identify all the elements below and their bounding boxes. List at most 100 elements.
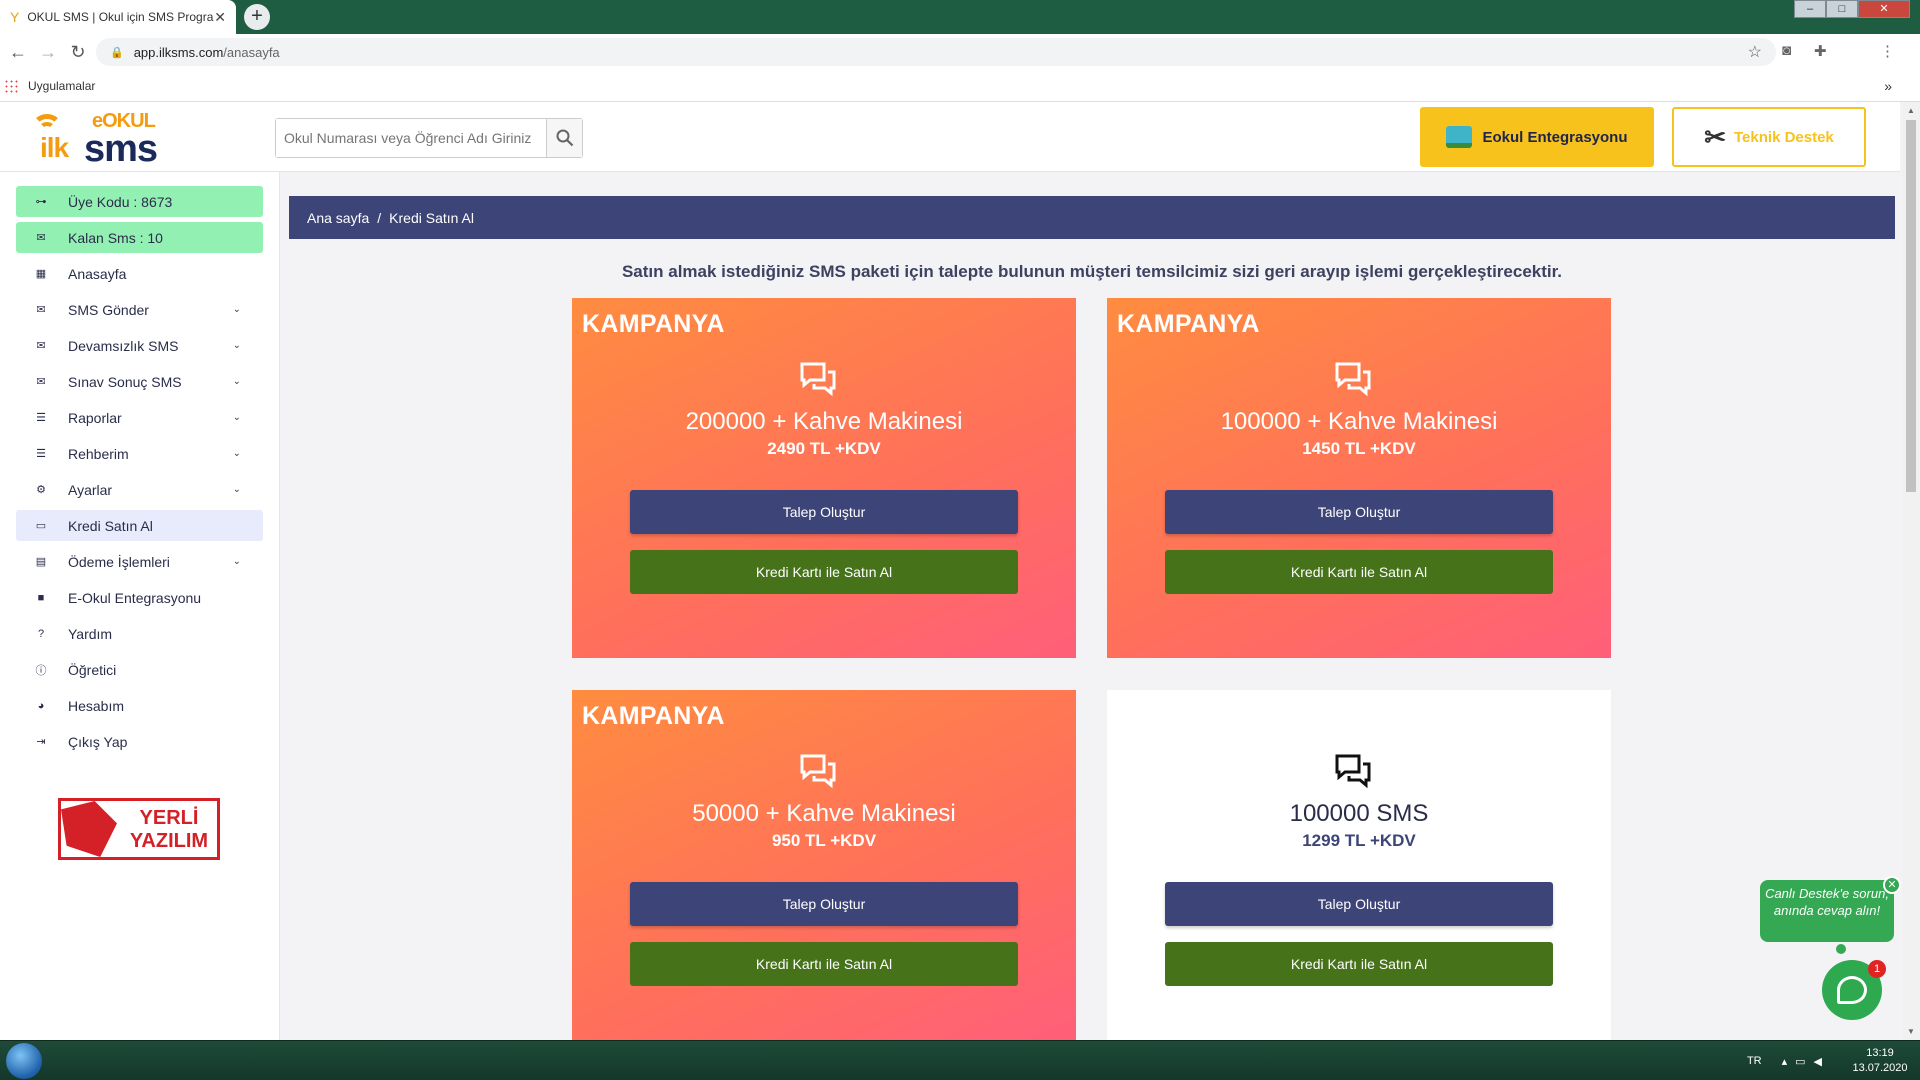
- camera-icon[interactable]: ◙: [1782, 42, 1791, 59]
- purchase-notice: Satın almak istediğiniz SMS paketi için …: [621, 262, 1563, 281]
- sidebar-item-yardim[interactable]: ? Yardım: [16, 618, 263, 649]
- page-scrollbar[interactable]: ▲ ▼: [1902, 102, 1920, 1040]
- forward-icon[interactable]: →: [36, 42, 60, 63]
- search-box: [275, 118, 583, 158]
- app-header: eOKUL ilk sms Eokul Entegrasyonu ✂ Tekni…: [0, 102, 1900, 172]
- favicon-icon: Y: [10, 9, 20, 25]
- eokul-button-label: Eokul Entegrasyonu: [1482, 128, 1628, 146]
- package-name: 100000 + Kahve Makinesi: [1220, 408, 1498, 435]
- package-price: 1299 TL +KDV: [1302, 831, 1416, 850]
- grid-icon: ▦: [35, 268, 47, 280]
- minimize-button[interactable]: –: [1794, 0, 1826, 18]
- sidebar-item-kalan-sms: ✉ Kalan Sms : 10: [16, 222, 263, 253]
- reload-icon[interactable]: ↻: [66, 42, 90, 63]
- sidebar-item-label: Ödeme İşlemleri: [68, 553, 170, 570]
- destek-button-label: Teknik Destek: [1734, 128, 1834, 146]
- sidebar-item-sinav-sonuc-sms[interactable]: ✉ Sınav Sonuç SMS ⌄: [16, 366, 263, 397]
- chat-icon: [800, 362, 836, 397]
- sidebar-item-cikis-yap[interactable]: ⇥ Çıkış Yap: [16, 726, 263, 757]
- clock[interactable]: 13:19 13.07.2020: [1850, 1046, 1910, 1076]
- apps-grid-icon[interactable]: [4, 78, 18, 93]
- url-field[interactable]: 🔒 app.ilksms.com/anasayfa ☆: [96, 38, 1776, 66]
- request-button[interactable]: Talep Oluştur: [1165, 882, 1553, 926]
- sidebar-item-raporlar[interactable]: ☰ Raporlar ⌄: [16, 402, 263, 433]
- bookmark-apps[interactable]: Uygulamalar: [28, 79, 95, 93]
- yerli-yazilim-text: YERLİ YAZILIM: [121, 807, 217, 853]
- sidebar-item-label: Raporlar: [68, 409, 122, 426]
- back-icon[interactable]: ←: [6, 42, 30, 63]
- mail-icon: ✉: [36, 340, 46, 352]
- request-button[interactable]: Talep Oluştur: [1165, 490, 1553, 534]
- search-button[interactable]: [546, 119, 582, 157]
- menu-icon[interactable]: ⋮: [1880, 42, 1895, 60]
- chevron-down-icon: ⌄: [232, 340, 241, 351]
- help-icon: ?: [37, 627, 45, 640]
- extensions-icon[interactable]: ✚: [1814, 42, 1827, 60]
- tab-close-icon[interactable]: ✕: [214, 9, 226, 26]
- search-icon: [556, 129, 573, 147]
- sidebar-item-kredi-satin-al[interactable]: ▭ Kredi Satın Al: [16, 510, 263, 541]
- tray-icons[interactable]: ▴▭◀: [1782, 1055, 1830, 1068]
- logo-sms-text: sms: [84, 128, 158, 170]
- chevron-down-icon: ⌄: [232, 484, 241, 495]
- breadcrumb-separator: /: [377, 209, 382, 226]
- package-price: 950 TL +KDV: [771, 831, 877, 850]
- logout-icon: ⇥: [36, 736, 46, 748]
- list-icon: ☰: [36, 448, 46, 460]
- badge-line1: YERLİ: [139, 807, 199, 829]
- campaign-tag: KAMPANYA: [582, 310, 725, 338]
- clock-time: 13:19: [1866, 1047, 1894, 1059]
- chevron-down-icon: ⌄: [232, 304, 241, 315]
- sidebar-item-e-okul[interactable]: ■ E-Okul Entegrasyonu: [16, 582, 263, 613]
- credit-card-buy-button[interactable]: Kredi Kartı ile Satın Al: [1165, 550, 1553, 594]
- school-icon: [1446, 126, 1473, 148]
- chevron-down-icon: ⌄: [232, 412, 241, 423]
- sidebar-item-label: Anasayfa: [68, 265, 127, 282]
- package-name: 100000 SMS: [1289, 800, 1429, 827]
- request-button[interactable]: Talep Oluştur: [630, 490, 1018, 534]
- live-chat-bubble[interactable]: Canlı Destek'e sorun, anında cevap alın!: [1760, 880, 1894, 942]
- window-close-button[interactable]: ✕: [1858, 0, 1910, 18]
- new-tab-button[interactable]: +: [244, 4, 270, 30]
- sidebar-item-sms-gonder[interactable]: ✉ SMS Gönder ⌄: [16, 294, 263, 325]
- url-domain: app.ilksms.com: [133, 44, 224, 60]
- mail-icon: ✉: [36, 304, 46, 316]
- breadcrumb-home-link[interactable]: Ana sayfa: [307, 210, 369, 226]
- start-button[interactable]: [6, 1043, 42, 1079]
- system-tray: TR ▴▭◀ 13:19 13.07.2020: [1747, 1041, 1910, 1080]
- clock-date: 13.07.2020: [1852, 1062, 1908, 1074]
- campaign-tag: KAMPANYA: [582, 702, 725, 730]
- scrollbar-thumb[interactable]: [1906, 120, 1916, 492]
- sidebar-item-ayarlar[interactable]: ⚙ Ayarlar ⌄: [16, 474, 263, 505]
- browser-tabbar: Y OKUL SMS | Okul için SMS Programı ✕ + …: [0, 0, 1920, 34]
- bookmark-star-icon[interactable]: ☆: [1748, 42, 1762, 62]
- maximize-button[interactable]: □: [1826, 0, 1858, 18]
- search-input[interactable]: [276, 119, 546, 157]
- bookmarks-more-icon[interactable]: »: [1884, 78, 1892, 94]
- credit-card-buy-button[interactable]: Kredi Kartı ile Satın Al: [1165, 942, 1553, 986]
- sidebar-item-label: Hesabım: [68, 697, 125, 714]
- chat-close-icon[interactable]: ✕: [1883, 876, 1901, 894]
- tab-title: OKUL SMS | Okul için SMS Programı: [27, 10, 215, 24]
- sidebar-item-label: Sınav Sonuç SMS: [68, 373, 182, 390]
- credit-card-buy-button[interactable]: Kredi Kartı ile Satın Al: [630, 942, 1018, 986]
- key-icon: ⊶: [35, 196, 47, 208]
- request-button[interactable]: Talep Oluştur: [630, 882, 1018, 926]
- sidebar-item-odeme-islemleri[interactable]: ▤ Ödeme İşlemleri ⌄: [16, 546, 263, 577]
- credit-card-buy-button[interactable]: Kredi Kartı ile Satın Al: [630, 550, 1018, 594]
- tech-support-button[interactable]: ✂ Teknik Destek: [1672, 107, 1866, 167]
- sidebar-item-anasayfa[interactable]: ▦ Anasayfa: [16, 258, 263, 289]
- browser-tab[interactable]: Y OKUL SMS | Okul için SMS Programı ✕: [0, 0, 236, 34]
- sidebar: ⊶ Üye Kodu : 8673 ✉ Kalan Sms : 10 ▦ Anasay…: [0, 172, 280, 1040]
- sidebar-item-hesabim[interactable]: ◕ Hesabım: [16, 690, 263, 721]
- sidebar-item-rehberim[interactable]: ☰ Rehberim ⌄: [16, 438, 263, 469]
- scroll-up-icon[interactable]: ▲: [1907, 106, 1915, 115]
- chevron-down-icon: ⌄: [232, 556, 241, 567]
- chat-icon: [800, 754, 836, 789]
- ilksms-logo[interactable]: eOKUL ilk sms: [32, 110, 192, 170]
- eokul-integration-button[interactable]: Eokul Entegrasyonu: [1420, 107, 1654, 167]
- sidebar-item-devamsizlik-sms[interactable]: ✉ Devamsızlık SMS ⌄: [16, 330, 263, 361]
- scroll-down-icon[interactable]: ▼: [1907, 1027, 1915, 1036]
- language-indicator[interactable]: TR: [1747, 1055, 1762, 1067]
- sidebar-item-ogretici[interactable]: ⓘ Öğretici: [16, 654, 263, 685]
